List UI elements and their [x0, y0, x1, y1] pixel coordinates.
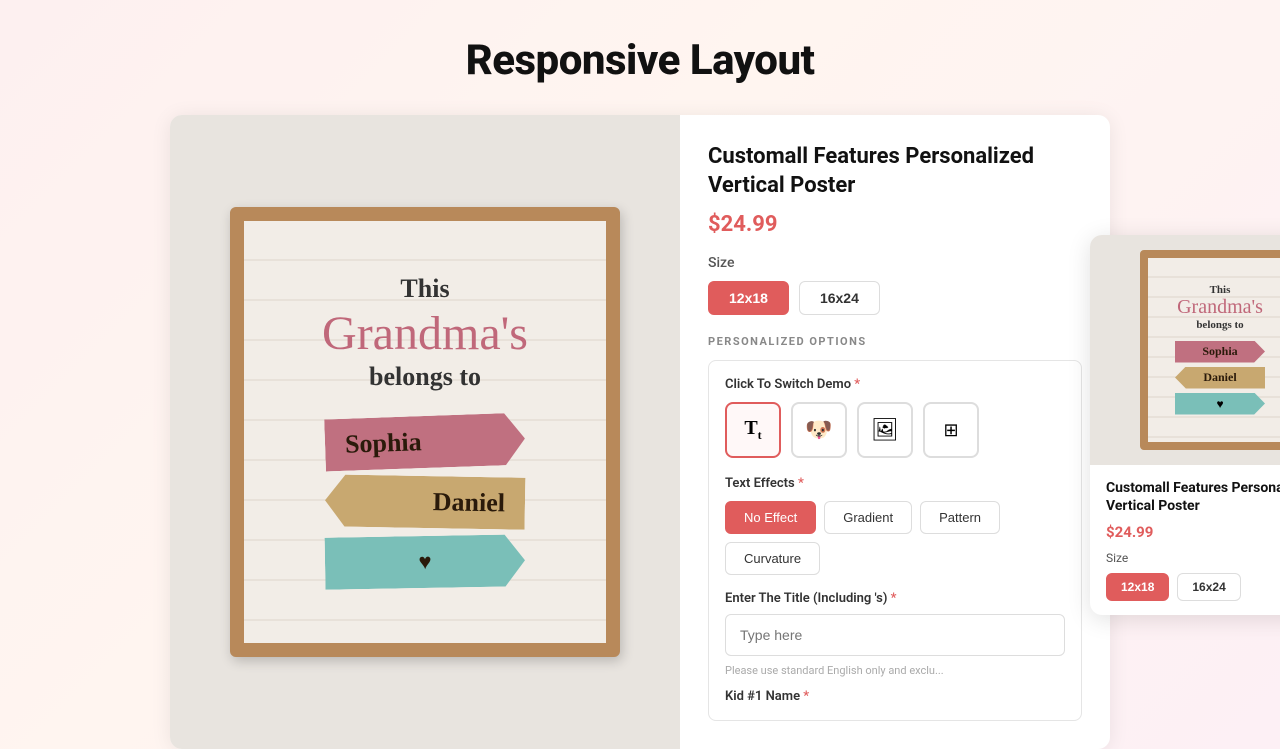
pet-icon: 🐶 [805, 417, 832, 443]
demo-icon-qr[interactable]: ⊞ [923, 402, 979, 458]
product-image-area: This Grandma's belongs to Sophia Daniel … [170, 115, 680, 749]
floating-card-image: This Grandma's belongs to Sophia Daniel … [1090, 235, 1280, 465]
kid-name-required: * [803, 689, 809, 704]
effect-btn-no-effect[interactable]: No Effect [725, 501, 816, 534]
mini-poster-grandma: Grandma's [1177, 296, 1263, 319]
floating-card-info: Customall Features Personalized Vertical… [1090, 465, 1280, 615]
demo-icon-pet[interactable]: 🐶 [791, 402, 847, 458]
demo-switch-required: * [854, 377, 860, 392]
poster-line1: This [400, 273, 449, 304]
heart-icon: ♥ [418, 549, 432, 575]
mini-sign-sophia: Sophia [1175, 341, 1265, 363]
personalized-options-label: PERSONALIZED OPTIONS [708, 335, 1082, 348]
main-card: This Grandma's belongs to Sophia Daniel … [170, 115, 1110, 749]
text-format-icon: Tt [744, 417, 761, 443]
demo-switch-label: Click To Switch Demo * [725, 377, 1065, 392]
title-field-label: Enter The Title (Including 's) * [725, 591, 1065, 606]
effect-btn-pattern[interactable]: Pattern [920, 501, 1000, 534]
poster-frame: This Grandma's belongs to Sophia Daniel … [230, 207, 620, 657]
effect-btn-gradient[interactable]: Gradient [824, 501, 912, 534]
page-title: Responsive Layout [466, 0, 815, 115]
sign-post-area: Sophia Daniel ♥ [325, 412, 525, 592]
title-field-required: * [891, 591, 897, 606]
size-options: 12x18 16x24 [708, 281, 1082, 315]
mini-poster-line1: This [1210, 284, 1231, 296]
mini-poster-belongs: belongs to [1196, 319, 1243, 331]
effect-buttons: No Effect Gradient Pattern Curvature [725, 501, 1065, 575]
floating-size-options: 12x18 16x24 [1106, 573, 1280, 601]
floating-size-label: Size [1106, 551, 1280, 565]
demo-icon-text[interactable]: Tt [725, 402, 781, 458]
floating-size-btn-16x24[interactable]: 16x24 [1177, 573, 1240, 601]
poster-line3: belongs to [369, 362, 481, 392]
floating-card-title: Customall Features Personalized Vertical… [1106, 479, 1280, 515]
title-input[interactable] [725, 614, 1065, 656]
product-price: $24.99 [708, 212, 1082, 237]
mini-poster: This Grandma's belongs to Sophia Daniel … [1140, 250, 1280, 450]
photo-icon: 🖼 [871, 417, 899, 443]
size-btn-12x18[interactable]: 12x18 [708, 281, 789, 315]
demo-icons: Tt 🐶 🖼 ⊞ [725, 402, 1065, 458]
effect-btn-curvature[interactable]: Curvature [725, 542, 820, 575]
floating-card-price: $24.99 [1106, 523, 1280, 541]
size-btn-16x24[interactable]: 16x24 [799, 281, 880, 315]
input-hint: Please use standard English only and exc… [725, 664, 1065, 677]
wood-bg: This Grandma's belongs to Sophia Daniel … [244, 221, 606, 643]
mini-sign-heart: ♥ [1175, 393, 1265, 415]
kid-name-label: Kid #1 Name * [725, 689, 1065, 704]
size-label: Size [708, 255, 1082, 271]
mini-heart-icon: ♥ [1216, 397, 1223, 411]
qr-icon: ⊞ [943, 420, 958, 441]
product-details: Customall Features Personalized Vertical… [680, 115, 1110, 749]
text-effects-label: Text Effects * [725, 476, 1065, 491]
sign-name1: Sophia [324, 412, 526, 471]
sign-heart: ♥ [325, 534, 526, 589]
floating-size-btn-12x18[interactable]: 12x18 [1106, 573, 1169, 601]
mini-sign-daniel: Daniel [1175, 367, 1265, 389]
text-effects-required: * [798, 476, 804, 491]
demo-icon-photo[interactable]: 🖼 [857, 402, 913, 458]
options-box: Click To Switch Demo * Tt 🐶 🖼 ⊞ Text Eff… [708, 360, 1082, 721]
floating-card: This Grandma's belongs to Sophia Daniel … [1090, 235, 1280, 615]
poster-line2: Grandma's [322, 310, 528, 358]
sign-name2: Daniel [325, 474, 526, 529]
product-title: Customall Features Personalized Vertical… [708, 143, 1082, 200]
